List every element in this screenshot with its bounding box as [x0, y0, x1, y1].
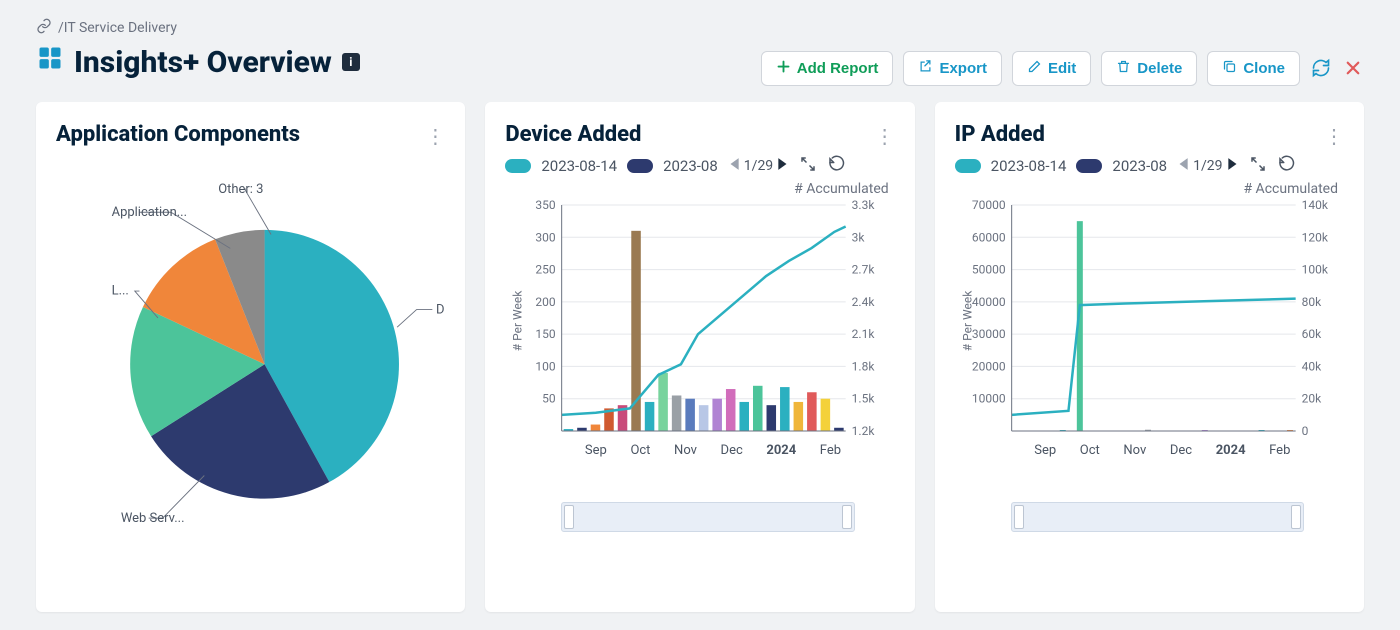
svg-text:1.5k: 1.5k: [852, 392, 876, 406]
card-menu-icon[interactable]: ⋮: [1324, 124, 1344, 148]
svg-text:Other: 3: Other: 3: [218, 182, 263, 197]
next-icon[interactable]: [1227, 157, 1239, 175]
close-icon[interactable]: [1342, 57, 1364, 79]
ip-chart: 10000 20000 30000 40000 50000 60000 70000 0 20k 4…: [955, 201, 1344, 441]
svg-text:10000: 10000: [972, 392, 1006, 406]
legend-swatch: [505, 159, 531, 173]
action-bar: Add Report Export Edit Delete Clone: [761, 51, 1364, 86]
prev-icon[interactable]: [1177, 157, 1189, 175]
prev-icon[interactable]: [728, 157, 740, 175]
pie-chart: Other: 3 Application... L... Web Serv... D: [56, 155, 445, 555]
accumulated-label: # Accumulated: [955, 181, 1338, 197]
breadcrumb[interactable]: /IT Service Delivery: [36, 18, 1364, 38]
svg-text:1.2k: 1.2k: [852, 424, 876, 438]
card-ip-added: IP Added ⋮ 2023-08-14 2023-08 1/29 # Acc…: [935, 102, 1364, 612]
plus-icon: [776, 59, 791, 78]
card-menu-icon[interactable]: ⋮: [425, 124, 445, 148]
svg-text:40k: 40k: [1301, 359, 1321, 373]
svg-text:250: 250: [536, 263, 556, 277]
reset-icon[interactable]: [827, 155, 845, 177]
export-icon: [918, 59, 933, 78]
clone-button[interactable]: Clone: [1207, 51, 1300, 86]
card-title: IP Added: [955, 122, 1344, 147]
page-title: Insights+ Overview i: [36, 44, 360, 80]
svg-text:3.3k: 3.3k: [852, 198, 876, 212]
svg-text:Application...: Application...: [112, 205, 187, 220]
x-axis-labels: SepOctNovDec2024Feb: [561, 443, 864, 458]
card-title: Application Components: [56, 122, 445, 147]
trash-icon: [1116, 59, 1131, 78]
svg-text:140k: 140k: [1301, 198, 1328, 212]
link-icon: [36, 18, 52, 38]
delete-button[interactable]: Delete: [1101, 51, 1197, 86]
legend-row: 2023-08-14 2023-08 1/29: [505, 155, 894, 177]
svg-text:# Per Week: # Per Week: [511, 290, 525, 351]
svg-text:350: 350: [536, 198, 556, 212]
svg-text:150: 150: [536, 327, 556, 341]
reset-icon[interactable]: [1277, 155, 1295, 177]
next-icon[interactable]: [777, 157, 789, 175]
pager-text: 1/29: [1193, 158, 1222, 174]
expand-icon[interactable]: [1249, 155, 1267, 177]
card-application-components: Application Components ⋮ Other: 3 Applica…: [36, 102, 465, 612]
edit-icon: [1027, 59, 1042, 78]
card-device-added: Device Added ⋮ 2023-08-14 2023-08 1/29 #…: [485, 102, 914, 612]
breadcrumb-text: /IT Service Delivery: [58, 20, 177, 36]
legend-swatch: [1076, 159, 1102, 173]
legend-label: 2023-08: [663, 157, 718, 175]
card-menu-icon[interactable]: ⋮: [875, 124, 895, 148]
legend-row: 2023-08-14 2023-08 1/29: [955, 155, 1344, 177]
svg-text:20000: 20000: [972, 359, 1006, 373]
svg-text:60k: 60k: [1301, 327, 1321, 341]
pager-text: 1/29: [744, 158, 773, 174]
info-icon[interactable]: i: [342, 53, 360, 71]
svg-text:2.1k: 2.1k: [852, 327, 876, 341]
range-scrollbar[interactable]: [561, 502, 854, 532]
svg-text:120k: 120k: [1301, 230, 1328, 244]
svg-text:100: 100: [536, 359, 556, 373]
legend-label: 2023-08-14: [541, 157, 617, 175]
card-title: Device Added: [505, 122, 894, 147]
svg-text:40000: 40000: [972, 295, 1006, 309]
export-button[interactable]: Export: [903, 51, 1002, 86]
svg-text:60000: 60000: [972, 230, 1006, 244]
legend-label: 2023-08-14: [991, 157, 1067, 175]
accumulated-label: # Accumulated: [505, 181, 888, 197]
add-report-button[interactable]: Add Report: [761, 51, 894, 86]
svg-text:300: 300: [536, 230, 556, 244]
svg-text:Web Serv...: Web Serv...: [121, 511, 185, 526]
refresh-icon[interactable]: [1310, 57, 1332, 79]
device-chart: 50 100 150 200 250 300 350 1.2k 1.5k 1.8k 2.1k 2.4k…: [505, 201, 894, 441]
edit-button[interactable]: Edit: [1012, 51, 1091, 86]
svg-text:3k: 3k: [852, 230, 866, 244]
svg-text:2.4k: 2.4k: [852, 295, 876, 309]
svg-text:2.7k: 2.7k: [852, 263, 876, 277]
svg-text:50: 50: [542, 392, 556, 406]
svg-text:20k: 20k: [1301, 392, 1321, 406]
x-axis-labels: SepOctNovDec2024Feb: [1011, 443, 1314, 458]
legend-label: 2023-08: [1112, 157, 1167, 175]
range-scrollbar[interactable]: [1011, 502, 1304, 532]
svg-text:# Per Week: # Per Week: [960, 290, 974, 351]
svg-text:30000: 30000: [972, 327, 1006, 341]
legend-swatch: [955, 159, 981, 173]
legend-swatch: [627, 159, 653, 173]
svg-text:70000: 70000: [972, 198, 1006, 212]
svg-text:L...: L...: [112, 284, 129, 299]
svg-text:200: 200: [536, 295, 556, 309]
expand-icon[interactable]: [799, 155, 817, 177]
svg-text:100k: 100k: [1301, 263, 1328, 277]
clone-icon: [1222, 59, 1237, 78]
svg-text:50000: 50000: [972, 263, 1006, 277]
svg-text:1.8k: 1.8k: [852, 359, 876, 373]
svg-text:80k: 80k: [1301, 295, 1321, 309]
dashboard-icon: [36, 44, 64, 80]
svg-text:0: 0: [1301, 424, 1308, 438]
svg-text:D: D: [436, 302, 445, 317]
